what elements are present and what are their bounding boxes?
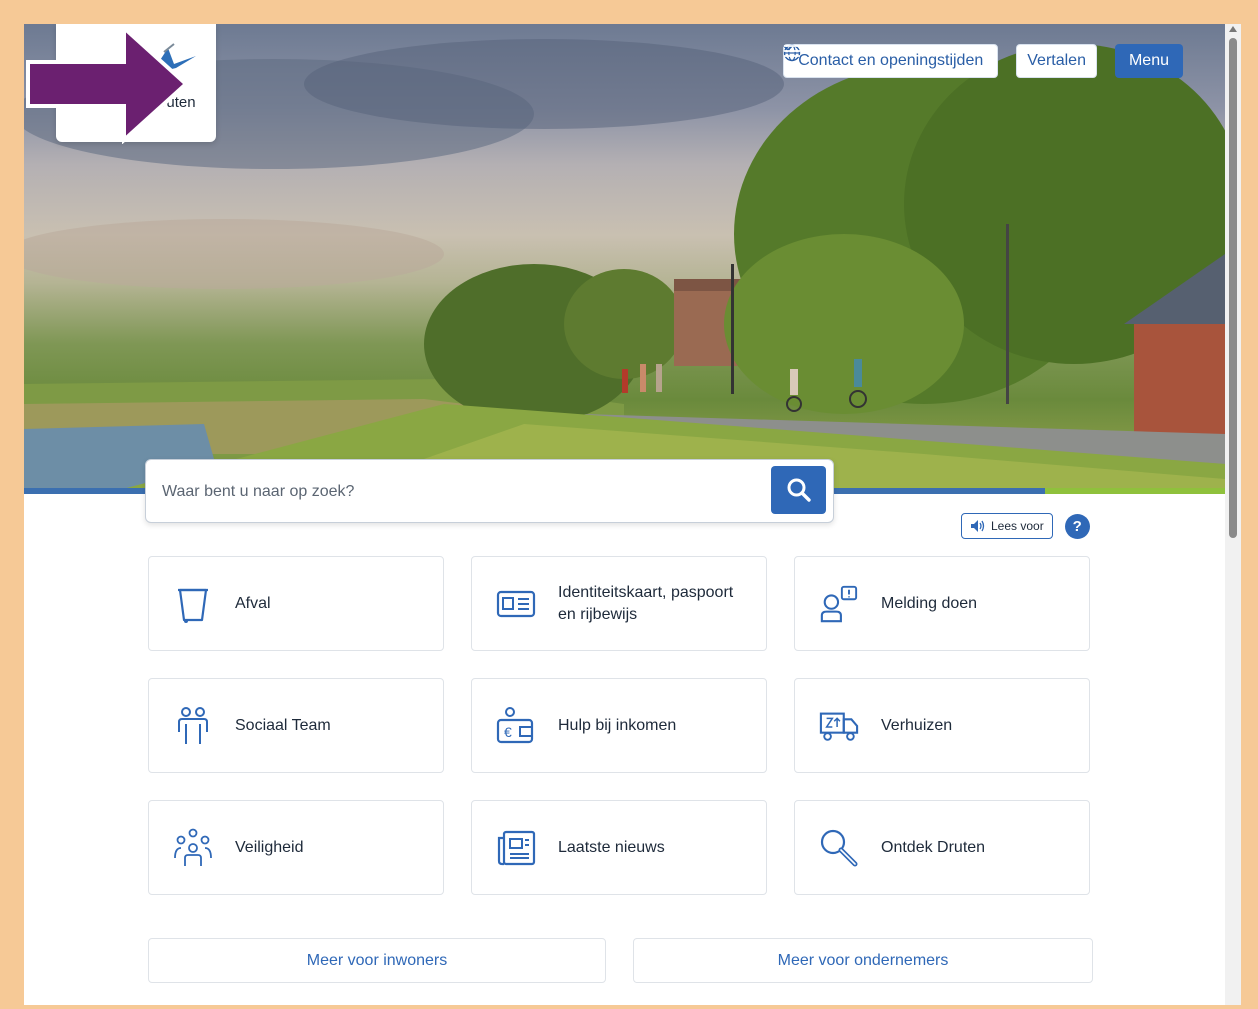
top-navigation: Contact en openingstijden Vertalen Menu bbox=[783, 44, 1183, 78]
report-person-icon bbox=[819, 584, 859, 624]
contact-dropdown-button[interactable]: Contact en openingstijden bbox=[783, 44, 999, 78]
vertical-scrollbar[interactable] bbox=[1225, 24, 1241, 1005]
tile-melding-doen[interactable]: Melding doen bbox=[794, 556, 1090, 651]
tile-veiligheid[interactable]: Veiligheid bbox=[148, 800, 444, 895]
magnifier-icon bbox=[819, 828, 859, 868]
moving-truck-icon bbox=[819, 706, 859, 746]
menu-button[interactable]: Menu bbox=[784, 44, 1183, 78]
tile-label: Sociaal Team bbox=[235, 716, 331, 734]
contact-label: Contact en openingstijden bbox=[798, 52, 984, 69]
more-business-button[interactable]: Meer voor ondernemers bbox=[633, 938, 1093, 983]
read-aloud-button[interactable]: Lees voor bbox=[961, 513, 1053, 539]
search-button[interactable] bbox=[771, 466, 826, 514]
tile-afval[interactable]: Afval bbox=[148, 556, 444, 651]
community-icon bbox=[173, 828, 213, 868]
menu-label: Menu bbox=[1128, 52, 1169, 69]
translate-label: Vertalen bbox=[1027, 52, 1086, 69]
help-button[interactable]: ? bbox=[1064, 513, 1090, 539]
search-input[interactable] bbox=[162, 478, 752, 506]
tile-verhuizen[interactable]: Verhuizen bbox=[794, 678, 1090, 773]
read-aloud-label: Lees voor bbox=[991, 519, 1044, 533]
tile-identiteitskaart[interactable]: Identiteitskaart, paspoort en rijbewijs bbox=[471, 556, 767, 651]
annotation-arrow-icon bbox=[26, 24, 189, 144]
svg-text:€: € bbox=[504, 724, 512, 740]
tile-label: Identiteitskaart, paspoort en rijbewijs bbox=[558, 583, 734, 623]
browser-viewport: Gemeente Druten Contact en openingstijde… bbox=[24, 24, 1241, 1005]
newspaper-icon bbox=[496, 828, 536, 868]
tile-hulp-bij-inkomen[interactable]: € Hulp bij inkomen bbox=[471, 678, 767, 773]
hamburger-icon bbox=[784, 45, 801, 57]
tile-sociaal-team[interactable]: Sociaal Team bbox=[148, 678, 444, 773]
tile-label: Hulp bij inkomen bbox=[558, 716, 677, 734]
tile-label: Melding doen bbox=[881, 594, 978, 612]
scroll-thumb[interactable] bbox=[1229, 38, 1237, 538]
tile-ontdek-druten[interactable]: Ontdek Druten bbox=[794, 800, 1090, 895]
tile-label: Afval bbox=[235, 594, 271, 612]
tile-laatste-nieuws[interactable]: Laatste nieuws bbox=[471, 800, 767, 895]
tile-label: Verhuizen bbox=[881, 716, 953, 734]
search-bar bbox=[145, 459, 834, 523]
tile-label: Veiligheid bbox=[235, 838, 304, 856]
search-icon bbox=[787, 478, 811, 502]
translate-button[interactable]: Vertalen bbox=[784, 44, 1097, 78]
speaker-icon bbox=[971, 520, 985, 532]
scroll-up-arrow-icon[interactable] bbox=[1229, 26, 1237, 32]
accessibility-bar: Lees voor ? bbox=[961, 513, 1090, 539]
wallet-euro-icon: € bbox=[496, 706, 536, 746]
more-residents-button[interactable]: Meer voor inwoners bbox=[148, 938, 606, 983]
tile-label: Ontdek Druten bbox=[881, 838, 986, 856]
id-card-icon bbox=[496, 584, 536, 624]
hero-image: Gemeente Druten Contact en openingstijde… bbox=[24, 24, 1225, 494]
service-tiles: Afval Identiteitskaart, paspoort en rijb… bbox=[148, 556, 1090, 895]
more-links: Meer voor inwoners Meer voor ondernemers bbox=[148, 938, 1093, 983]
people-icon bbox=[173, 706, 213, 746]
tile-label: Laatste nieuws bbox=[558, 838, 665, 856]
trash-bin-icon bbox=[173, 584, 213, 624]
